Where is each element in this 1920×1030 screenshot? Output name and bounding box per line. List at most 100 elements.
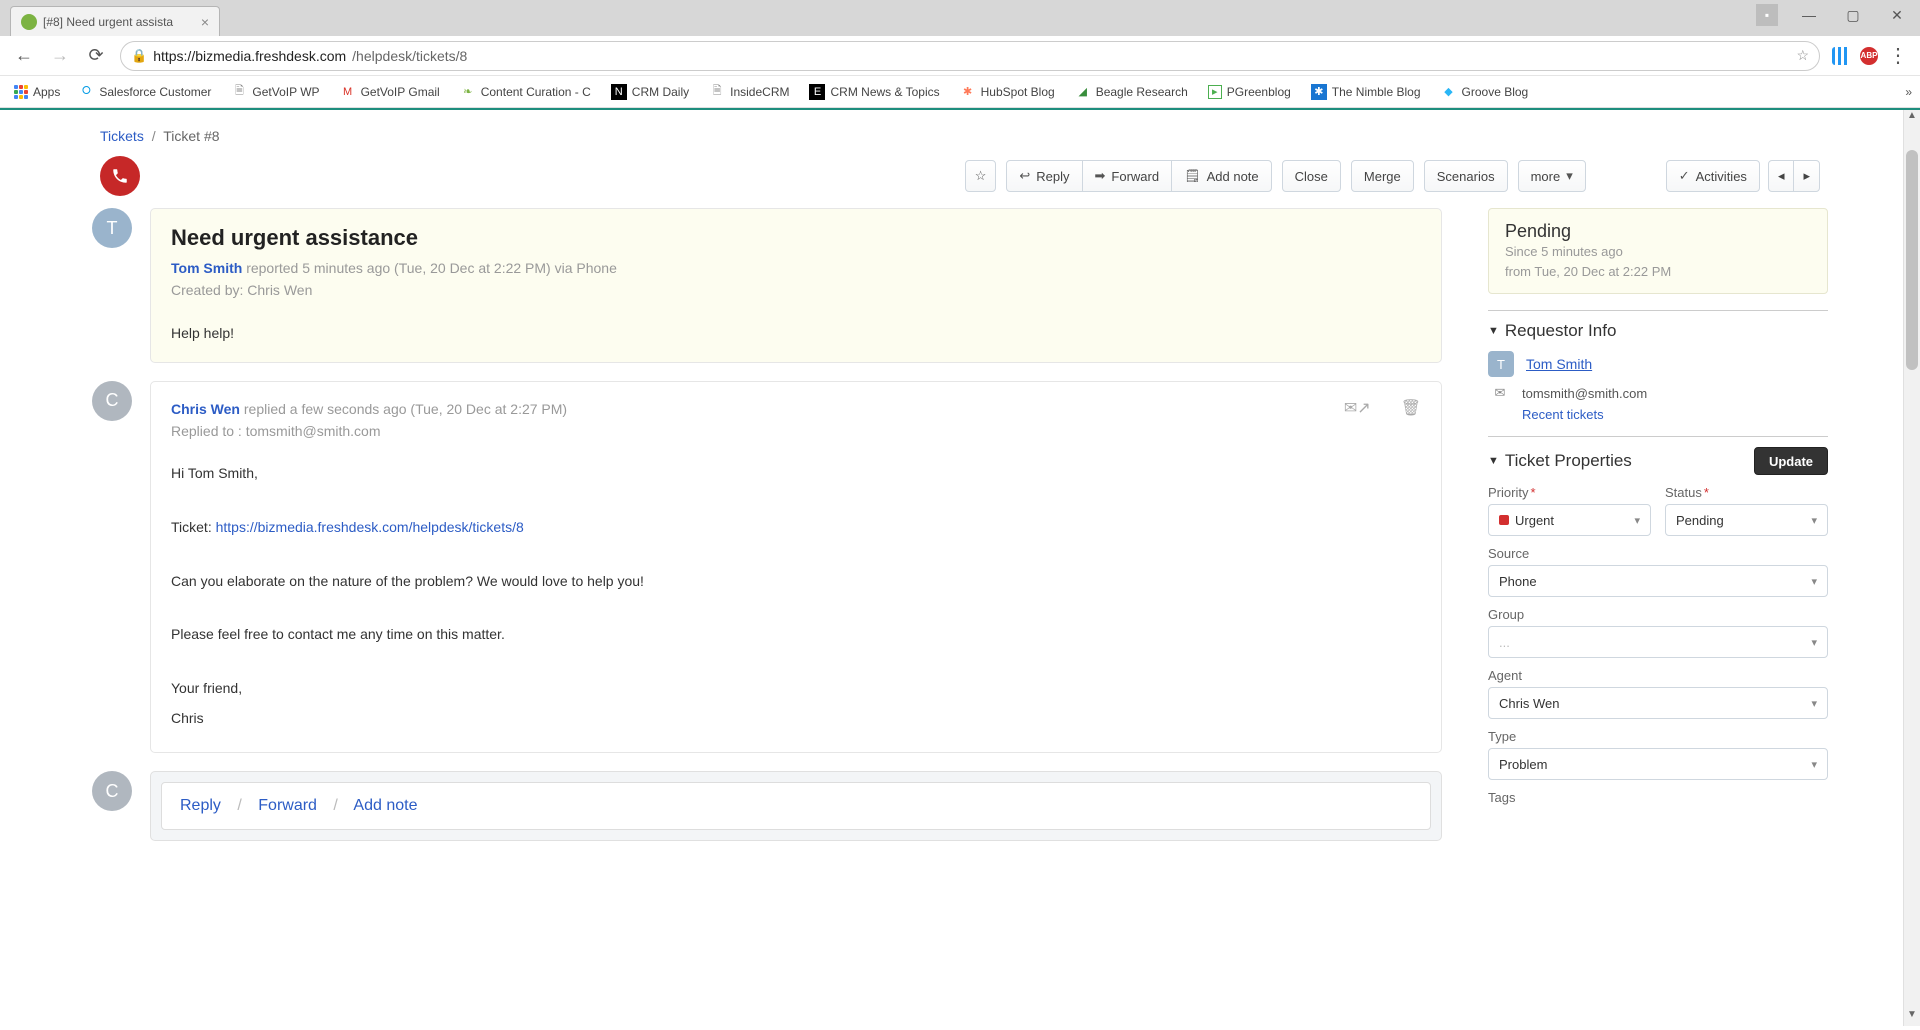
reply-open-icon[interactable]: ✉↗: [1344, 398, 1371, 418]
chevron-down-icon: ▼: [1488, 455, 1499, 467]
scenarios-button[interactable]: Scenarios: [1424, 160, 1508, 192]
chevron-right-icon: ▸: [1803, 168, 1810, 184]
status-since: Since 5 minutes ago: [1505, 242, 1811, 262]
back-button[interactable]: ←: [12, 45, 36, 66]
chevron-down-icon: ▾: [1811, 514, 1817, 527]
forward-icon: ➡: [1095, 168, 1106, 184]
vertical-scrollbar[interactable]: ▲ ▼: [1903, 110, 1920, 1026]
minimize-button[interactable]: —: [1796, 5, 1822, 25]
priority-label: Priority*: [1488, 485, 1651, 500]
requestor-email: tomsmith@smith.com: [1522, 386, 1647, 401]
delete-icon[interactable]: 🗑: [1401, 398, 1421, 418]
next-ticket-button[interactable]: ▸: [1793, 160, 1820, 192]
menu-icon[interactable]: ⋮: [1888, 43, 1908, 68]
bookmark-item[interactable]: ⭘Salesforce Customer: [70, 84, 219, 100]
reload-button[interactable]: ⟳: [84, 45, 108, 66]
bookmark-item[interactable]: 🗎InsideCRM: [701, 84, 797, 100]
type-select[interactable]: Problem ▾: [1488, 748, 1828, 780]
star-button[interactable]: ☆: [965, 160, 997, 192]
tab-bar: [#8] Need urgent assista × ▪ — ▢ ✕: [0, 0, 1920, 36]
ticket-link[interactable]: https://bizmedia.freshdesk.com/helpdesk/…: [216, 519, 524, 535]
conversation-thread: T Need urgent assistance Tom Smith repor…: [92, 208, 1442, 841]
apps-icon: [14, 85, 28, 99]
maximize-button[interactable]: ▢: [1840, 5, 1866, 25]
agent-select[interactable]: Chris Wen ▾: [1488, 687, 1828, 719]
bookmarks-overflow[interactable]: »: [1905, 85, 1912, 99]
ticket-subject: Need urgent assistance: [171, 225, 1421, 251]
ticket-card: Need urgent assistance Tom Smith reporte…: [150, 208, 1442, 363]
requestor-section: ▼ Requestor Info T Tom Smith ✉ tomsmith@…: [1488, 310, 1828, 422]
status-box: Pending Since 5 minutes ago from Tue, 20…: [1488, 208, 1828, 294]
tab-title: [#8] Need urgent assista: [43, 15, 173, 29]
breadcrumb: Tickets / Ticket #8: [90, 110, 1830, 150]
prev-ticket-button[interactable]: ◂: [1768, 160, 1795, 192]
chevron-down-icon: ▾: [1566, 168, 1573, 184]
file-icon: 🗎: [709, 84, 725, 100]
user-icon[interactable]: ▪: [1756, 4, 1778, 26]
section-header[interactable]: ▼ Requestor Info: [1488, 321, 1828, 341]
url-host: https://bizmedia.freshdesk.com: [153, 48, 346, 64]
ticket-message: T Need urgent assistance Tom Smith repor…: [92, 208, 1442, 363]
scrollbar-thumb[interactable]: [1906, 150, 1918, 370]
reply-author[interactable]: Chris Wen: [171, 401, 240, 417]
add-note-button[interactable]: 🗒Add note: [1171, 160, 1272, 192]
bookmark-item[interactable]: 🗎GetVoIP WP: [223, 84, 327, 100]
check-icon: ✓: [1679, 168, 1690, 184]
requestor-avatar: T: [1488, 351, 1514, 377]
close-icon[interactable]: ×: [201, 14, 209, 30]
bookmark-item[interactable]: ✱HubSpot Blog: [952, 84, 1063, 100]
bookmark-item[interactable]: ❧Content Curation - C: [452, 84, 599, 100]
breadcrumb-root[interactable]: Tickets: [100, 128, 144, 144]
avatar: T: [92, 208, 132, 248]
breadcrumb-current: Ticket #8: [163, 128, 219, 144]
bookmark-item[interactable]: NCRM Daily: [603, 84, 697, 100]
adblock-icon[interactable]: ABP: [1860, 47, 1878, 65]
close-button[interactable]: Close: [1282, 160, 1341, 192]
activities-button[interactable]: ✓Activities: [1666, 160, 1760, 192]
requestor-name[interactable]: Tom Smith: [1526, 356, 1592, 372]
reply-action-bar: C Reply / Forward / Add note: [92, 771, 1442, 841]
source-select[interactable]: Phone ▾: [1488, 565, 1828, 597]
close-window-button[interactable]: ✕: [1884, 5, 1910, 25]
status-select[interactable]: Pending ▾: [1665, 504, 1828, 536]
bookmark-item[interactable]: ◢Beagle Research: [1067, 84, 1196, 100]
browser-tab[interactable]: [#8] Need urgent assista ×: [10, 6, 220, 36]
priority-select[interactable]: Urgent ▾: [1488, 504, 1651, 536]
group-select[interactable]: ... ▾: [1488, 626, 1828, 658]
forward-button[interactable]: ➡Forward: [1082, 160, 1173, 192]
reply-body: Hi Tom Smith, Ticket: https://bizmedia.f…: [171, 462, 1421, 730]
scroll-down-icon[interactable]: ▼: [1904, 1009, 1920, 1026]
star-icon: ☆: [975, 168, 987, 184]
merge-button[interactable]: Merge: [1351, 160, 1414, 192]
reply-card: ✉↗ 🗑 Chris Wen replied a few seconds ago…: [150, 381, 1442, 754]
reply-link[interactable]: Reply: [180, 797, 221, 814]
status-value: Pending: [1505, 221, 1811, 242]
chevron-down-icon: ▾: [1811, 575, 1817, 588]
scroll-up-icon[interactable]: ▲: [1904, 110, 1920, 127]
reply-button[interactable]: ↩Reply: [1006, 160, 1082, 192]
forward-link[interactable]: Forward: [258, 797, 317, 814]
bookmark-item[interactable]: ◆Groove Blog: [1433, 84, 1537, 100]
bookmark-item[interactable]: MGetVoIP Gmail: [332, 84, 448, 100]
bookmark-item[interactable]: ECRM News & Topics: [801, 84, 947, 100]
window-controls: ▪ — ▢ ✕: [1756, 4, 1910, 26]
bookmark-star-icon[interactable]: ☆: [1796, 47, 1809, 64]
chevron-down-icon: ▾: [1811, 758, 1817, 771]
update-button[interactable]: Update: [1754, 447, 1828, 475]
forward-button[interactable]: →: [48, 45, 72, 66]
ticket-author[interactable]: Tom Smith: [171, 260, 242, 276]
tags-label: Tags: [1488, 790, 1828, 805]
bookmark-item[interactable]: ▸PGreenblog: [1200, 85, 1299, 99]
recent-tickets-link[interactable]: Recent tickets: [1522, 407, 1604, 422]
bookmark-icon: ✱: [960, 84, 976, 100]
apps-button[interactable]: Apps: [8, 85, 66, 99]
bookmark-item[interactable]: ✱The Nimble Blog: [1303, 84, 1429, 100]
section-header[interactable]: ▼ Ticket Properties: [1488, 451, 1632, 471]
status-label: Status*: [1665, 485, 1828, 500]
url-field[interactable]: 🔒 https://bizmedia.freshdesk.com/helpdes…: [120, 41, 1820, 71]
agent-label: Agent: [1488, 668, 1828, 683]
reply-to: Replied to : tomsmith@smith.com: [171, 423, 381, 439]
add-note-link[interactable]: Add note: [353, 797, 417, 814]
more-button[interactable]: more▾: [1518, 160, 1586, 192]
extension-icon[interactable]: [1832, 47, 1850, 65]
